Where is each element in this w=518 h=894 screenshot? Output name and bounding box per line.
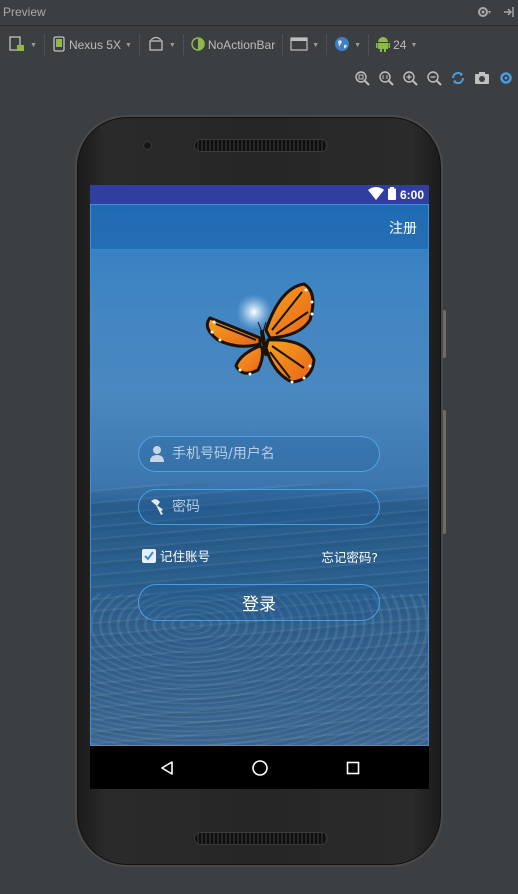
back-icon[interactable] bbox=[152, 753, 182, 783]
remember-account[interactable]: 记住账号 bbox=[142, 546, 210, 565]
toolbar-divider bbox=[43, 35, 45, 55]
toolbar-divider bbox=[326, 35, 328, 55]
preview-panel-header: Preview bbox=[0, 0, 518, 26]
chevron-down-icon: ▼ bbox=[312, 41, 320, 49]
toolbar-divider bbox=[182, 35, 184, 55]
status-time: 6:00 bbox=[399, 187, 424, 202]
panel-controls bbox=[476, 5, 514, 22]
refresh-icon[interactable] bbox=[448, 68, 468, 88]
design-surface-icon bbox=[8, 35, 26, 56]
forgot-password-link[interactable]: 忘记密码? bbox=[321, 547, 378, 566]
chevron-down-icon: ▼ bbox=[30, 41, 37, 49]
toolbar-divider bbox=[368, 35, 370, 55]
remember-label: 记住账号 bbox=[160, 549, 211, 564]
chevron-down-icon: ▼ bbox=[354, 41, 362, 49]
layout-toolbar: ▼ Nexus 5X ▼ ▼ NoActionBar ▼ ▼ 24 ▼ bbox=[0, 27, 518, 63]
device-power-button bbox=[443, 310, 446, 358]
device-volume-button bbox=[443, 410, 446, 534]
settings-icon[interactable] bbox=[476, 5, 492, 22]
android-icon bbox=[376, 36, 391, 55]
zoom-toolbar bbox=[352, 64, 518, 92]
remember-checkbox[interactable] bbox=[142, 548, 156, 563]
username-field[interactable] bbox=[138, 436, 380, 472]
zoom-fit-icon[interactable] bbox=[352, 68, 372, 88]
design-surface-button[interactable]: ▼ bbox=[4, 34, 41, 56]
device-name: Nexus 5X bbox=[68, 38, 121, 52]
zoom-actual-icon[interactable] bbox=[376, 68, 396, 88]
front-camera bbox=[143, 141, 152, 150]
screenshot-icon[interactable] bbox=[472, 68, 492, 88]
hide-panel-icon[interactable] bbox=[502, 5, 514, 22]
activity-icon bbox=[290, 36, 308, 54]
chevron-down-icon: ▼ bbox=[410, 41, 418, 49]
device-selector[interactable]: Nexus 5X ▼ bbox=[48, 34, 136, 56]
earpiece-speaker bbox=[194, 139, 328, 152]
orientation-selector[interactable]: ▼ bbox=[143, 34, 180, 56]
theme-icon bbox=[191, 36, 205, 54]
password-input[interactable] bbox=[172, 499, 362, 515]
password-field[interactable] bbox=[138, 489, 380, 525]
settings-icon[interactable] bbox=[496, 68, 516, 88]
username-input[interactable] bbox=[172, 446, 362, 462]
preview-title: Preview bbox=[3, 5, 46, 19]
battery-icon bbox=[387, 186, 396, 203]
home-icon[interactable] bbox=[245, 753, 275, 783]
locale-selector[interactable]: ▼ bbox=[330, 34, 365, 56]
recents-icon[interactable] bbox=[338, 753, 368, 783]
api-level-selector[interactable]: 24 ▼ bbox=[372, 34, 421, 56]
theme-name: NoActionBar bbox=[207, 38, 276, 52]
login-screen: 注册 手机号码/用户名 记住账号 忘记密码? 登录 bbox=[90, 204, 429, 746]
login-button[interactable]: 登录 bbox=[138, 584, 380, 621]
api-level: 24 bbox=[393, 38, 407, 52]
theme-selector[interactable]: NoActionBar bbox=[187, 34, 279, 56]
globe-icon bbox=[334, 36, 350, 55]
activity-selector[interactable]: ▼ bbox=[286, 34, 323, 56]
zoom-out-icon[interactable] bbox=[424, 68, 444, 88]
toolbar-divider bbox=[282, 35, 284, 55]
app-bar: 注册 bbox=[90, 204, 429, 250]
butterfly-logo bbox=[205, 282, 316, 384]
device-icon bbox=[52, 35, 66, 55]
register-link[interactable]: 注册 bbox=[389, 218, 417, 238]
orientation-icon bbox=[147, 36, 165, 55]
wifi-icon bbox=[367, 186, 384, 203]
bottom-speaker bbox=[194, 832, 328, 845]
key-icon bbox=[149, 498, 165, 516]
chevron-down-icon: ▼ bbox=[168, 41, 176, 49]
navigation-bar bbox=[90, 746, 429, 789]
user-icon bbox=[149, 445, 165, 463]
device-screen: 6:00 注册 手机号码/用户名 记住账号 忘记密码? 登录 bbox=[90, 185, 429, 789]
zoom-in-icon[interactable] bbox=[400, 68, 420, 88]
chevron-down-icon: ▼ bbox=[124, 41, 132, 49]
toolbar-divider bbox=[138, 35, 140, 55]
status-bar: 6:00 bbox=[90, 185, 429, 204]
